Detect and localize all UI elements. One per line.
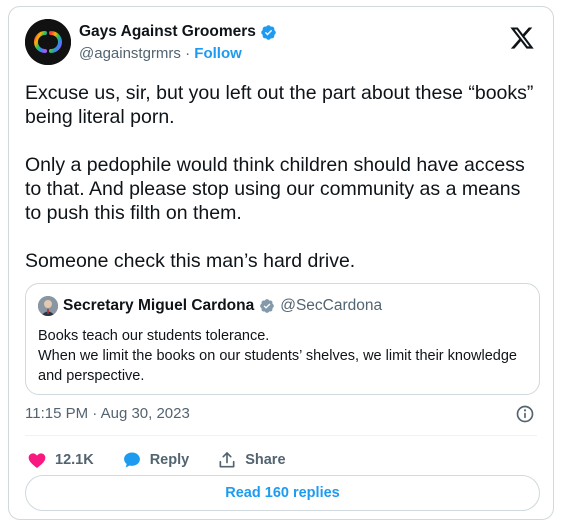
quoted-tweet-header: Secretary Miguel Cardona @SecCardona [38,296,382,316]
x-logo-icon[interactable] [509,25,535,51]
like-count: 12.1K [55,452,94,468]
share-button[interactable]: Share [217,450,286,470]
author-avatar[interactable] [25,19,71,65]
quoted-author-name: Secretary Miguel Cardona [63,297,255,314]
author-display-name[interactable]: Gays Against Groomers [79,22,256,42]
verified-badge-icon [260,299,275,313]
reply-button[interactable]: Reply [122,450,190,470]
reply-bubble-icon [123,452,140,468]
quoted-tweet[interactable]: Secretary Miguel Cardona @SecCardona Boo… [25,283,540,395]
author-avatar-logo [25,19,71,65]
tweet-meta: 11:15 PM · Aug 30, 2023 [25,403,537,425]
author-names: Gays Against Groomers @againstgrmrs · Fo… [79,22,277,64]
read-replies-button[interactable]: Read 160 replies [25,475,540,511]
share-icon [219,452,235,468]
heart-icon [28,453,46,468]
like-button[interactable]: 12.1K [27,450,94,470]
tweet-text: Excuse us, sir, but you left out the par… [25,82,534,272]
quoted-author-avatar [38,296,58,316]
handle-separator: · [185,45,191,62]
tweet-actions: 12.1K Reply Share [27,443,286,477]
verified-badge-icon [261,24,276,40]
reply-label: Reply [149,452,190,468]
tweet-header: Gays Against Groomers @againstgrmrs · Fo… [25,19,537,69]
author-handle[interactable]: @againstgrmrs [79,45,181,62]
share-label: Share [245,452,286,468]
author-handle-row: @againstgrmrs · Follow [79,44,277,64]
divider [25,435,537,436]
tweet-timestamp[interactable]: 11:15 PM · Aug 30, 2023 [25,403,190,425]
follow-button[interactable]: Follow [194,45,242,62]
quoted-author-handle: @SecCardona [280,297,383,314]
info-icon[interactable] [515,404,535,424]
quoted-tweet-text: Books teach our students tolerance. When… [38,328,517,384]
author-name-row: Gays Against Groomers [79,22,277,42]
tweet-card: Gays Against Groomers @againstgrmrs · Fo… [8,6,554,520]
